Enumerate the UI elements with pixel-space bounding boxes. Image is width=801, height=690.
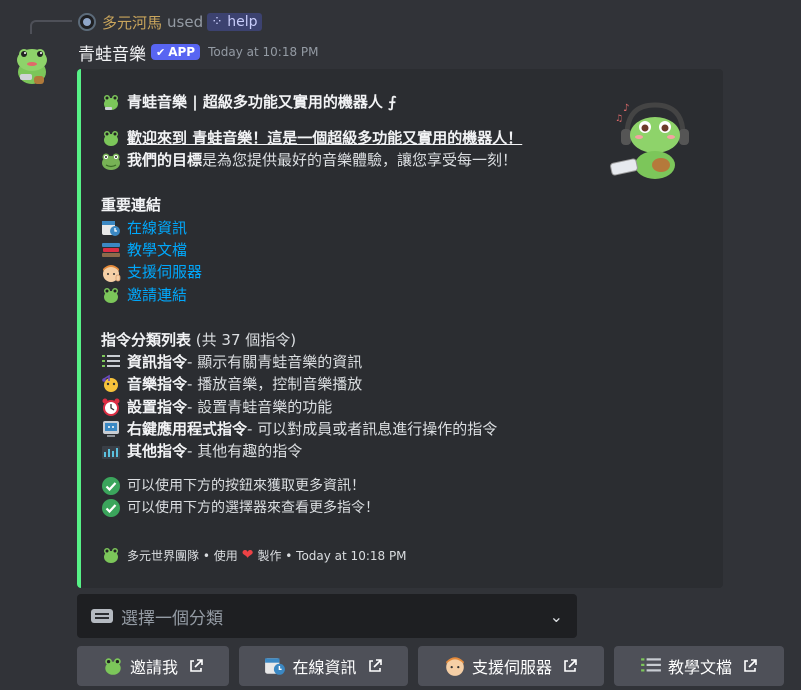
goal-bold: 我們的目標 bbox=[127, 151, 203, 170]
app-badge-label: APP bbox=[168, 45, 196, 59]
reply-username[interactable]: 多元河馬 bbox=[102, 12, 162, 33]
links-heading: 重要連結 bbox=[101, 194, 621, 216]
message-timestamp[interactable]: Today at 10:18 PM bbox=[208, 45, 318, 59]
select-placeholder: 選擇一個分類 bbox=[121, 608, 223, 629]
goal-line: 我們的目標 是為您提供最好的音樂體驗，讓您享受每一刻！ bbox=[101, 149, 621, 171]
app-badge: ✔ APP bbox=[151, 44, 201, 60]
category-name: 右鍵應用程式指令 bbox=[127, 420, 248, 439]
links-heading-text: 重要連結 bbox=[101, 196, 162, 215]
category-name: 其他指令 bbox=[127, 442, 188, 461]
welcome-text: 歡迎來到 青蛙音樂！這是一個超級多功能又實用的機器人！ bbox=[127, 129, 523, 147]
online-info-button[interactable]: 在線資訊 bbox=[239, 646, 408, 686]
info-list-icon bbox=[641, 658, 661, 672]
button-label: 支援伺服器 bbox=[471, 658, 552, 677]
frog-musician-thumbnail[interactable]: ♪ ♫ bbox=[609, 95, 701, 187]
svg-text:♫: ♫ bbox=[615, 114, 623, 124]
keyboard-icon bbox=[91, 609, 113, 623]
frog-face-icon bbox=[102, 153, 120, 170]
bot-avatar[interactable] bbox=[10, 42, 54, 88]
footer-made: 製作 • Today at 10:18 PM bbox=[257, 548, 407, 563]
category-desc: - 其他有趣的指令 bbox=[187, 442, 303, 461]
message-header: 青蛙音樂 ✔ APP Today at 10:18 PM bbox=[78, 40, 319, 65]
embed-title: 青蛙音樂 | 超級多功能又實用的機器人 ⨍ bbox=[101, 91, 397, 112]
calendar-clock-icon bbox=[265, 658, 286, 675]
calendar-clock-icon bbox=[102, 220, 120, 236]
categories-count: (共 37 個指令) bbox=[195, 330, 297, 349]
slash-command-name: help bbox=[227, 14, 258, 30]
help-embed: 青蛙音樂 | 超級多功能又實用的機器人 ⨍ ♪ ♫ 歡迎來到 青蛙音樂！這是一個… bbox=[77, 69, 723, 588]
frog-icon bbox=[104, 548, 118, 563]
link-label[interactable]: 教學文檔 bbox=[127, 239, 187, 261]
embed-title-text: 青蛙音樂 | 超級多功能又實用的機器人 ⨍ bbox=[127, 93, 397, 111]
frog-icon bbox=[104, 94, 118, 110]
category-name: 音樂指令 bbox=[127, 375, 188, 394]
reply-used-text: used bbox=[167, 13, 204, 31]
bot-name[interactable]: 青蛙音樂 bbox=[78, 40, 146, 65]
frog-icon bbox=[105, 658, 121, 675]
frog-icon bbox=[104, 287, 118, 303]
button-label: 邀請我 bbox=[129, 658, 178, 677]
helper-face-icon bbox=[103, 264, 121, 282]
category-select[interactable]: 選擇一個分類 ⌄ bbox=[77, 594, 577, 638]
slash-command-mention[interactable]: ⁘ help bbox=[207, 13, 262, 31]
categories-heading-text: 指令分類列表 bbox=[101, 330, 192, 349]
link-label[interactable]: 邀請連結 bbox=[127, 284, 187, 306]
link-online-info[interactable]: 在線資訊 bbox=[101, 217, 621, 239]
link-tutorial-docs[interactable]: 教學文檔 bbox=[101, 239, 621, 261]
heart-icon: ❤ bbox=[241, 547, 254, 563]
helper-face-icon bbox=[446, 657, 464, 676]
reply-preview[interactable]: 多元河馬 used ⁘ help bbox=[78, 10, 262, 34]
welcome-line: 歡迎來到 青蛙音樂！這是一個超級多功能又實用的機器人！ bbox=[101, 127, 621, 149]
checkmark-icon: ✔ bbox=[156, 45, 166, 59]
category-info: 資訊指令 - 顯示有關青蛙音樂的資訊 bbox=[101, 351, 621, 373]
category-settings: 設置指令 - 設置青蛙音樂的功能 bbox=[101, 396, 621, 418]
category-music: 音樂指令 - 播放音樂，控制音樂播放 bbox=[101, 373, 621, 395]
link-invite[interactable]: 邀請連結 bbox=[101, 284, 621, 306]
link-label[interactable]: 在線資訊 bbox=[127, 217, 187, 239]
embed-description: 歡迎來到 青蛙音樂！這是一個超級多功能又實用的機器人！ 我們的目標 是為您提供最好… bbox=[101, 127, 621, 520]
category-context-menu: 右鍵應用程式指令 - 可以對成員或者訊息進行操作的指令 bbox=[101, 418, 621, 440]
note-text: 可以使用下方的選擇器來查看更多指令！ bbox=[127, 500, 379, 517]
external-link-icon bbox=[744, 659, 757, 672]
button-label: 在線資訊 bbox=[292, 658, 357, 677]
alarm-clock-icon bbox=[102, 398, 120, 416]
books-icon bbox=[102, 243, 120, 258]
note-select: 可以使用下方的選擇器來查看更多指令！ bbox=[101, 497, 621, 519]
context-menu-icon bbox=[103, 421, 119, 438]
button-label: 教學文檔 bbox=[667, 658, 732, 677]
external-link-icon bbox=[368, 659, 382, 672]
chevron-down-icon: ⌄ bbox=[549, 606, 563, 626]
music-icon bbox=[102, 375, 118, 393]
category-other: 其他指令 - 其他有趣的指令 bbox=[101, 440, 621, 462]
check-mark-icon bbox=[102, 477, 120, 496]
info-list-icon bbox=[102, 355, 120, 368]
invite-button[interactable]: 邀請我 bbox=[77, 646, 229, 686]
category-desc: - 可以對成員或者訊息進行操作的指令 bbox=[247, 420, 498, 439]
category-desc: - 播放音樂，控制音樂播放 bbox=[187, 375, 363, 394]
reply-user-avatar[interactable] bbox=[78, 13, 96, 31]
note-text: 可以使用下方的按鈕來獲取更多資訊！ bbox=[127, 477, 365, 494]
category-name: 資訊指令 bbox=[127, 352, 188, 371]
tutorial-docs-button[interactable]: 教學文檔 bbox=[614, 646, 784, 686]
equalizer-icon bbox=[102, 445, 120, 459]
categories-heading: 指令分類列表 (共 37 個指令) bbox=[101, 329, 621, 351]
frog-icon bbox=[104, 131, 118, 147]
support-server-button[interactable]: 支援伺服器 bbox=[418, 646, 604, 686]
goal-text: 是為您提供最好的音樂體驗，讓您享受每一刻！ bbox=[202, 151, 518, 170]
embed-footer: 多元世界團隊 • 使用 ❤ 製作 • Today at 10:18 PM bbox=[101, 545, 407, 565]
category-desc: - 顯示有關青蛙音樂的資訊 bbox=[187, 352, 363, 371]
external-link-icon bbox=[564, 659, 577, 672]
reply-connector bbox=[30, 20, 72, 34]
footer-team: 多元世界團隊 • 使用 bbox=[127, 548, 238, 563]
link-label[interactable]: 支援伺服器 bbox=[127, 261, 202, 283]
check-mark-icon bbox=[102, 499, 120, 518]
category-name: 設置指令 bbox=[127, 397, 188, 416]
link-support-server[interactable]: 支援伺服器 bbox=[101, 261, 621, 283]
external-link-icon bbox=[190, 659, 203, 672]
note-buttons: 可以使用下方的按鈕來獲取更多資訊！ bbox=[101, 475, 621, 497]
svg-text:♪: ♪ bbox=[623, 103, 629, 114]
category-desc: - 設置青蛙音樂的功能 bbox=[187, 397, 333, 416]
